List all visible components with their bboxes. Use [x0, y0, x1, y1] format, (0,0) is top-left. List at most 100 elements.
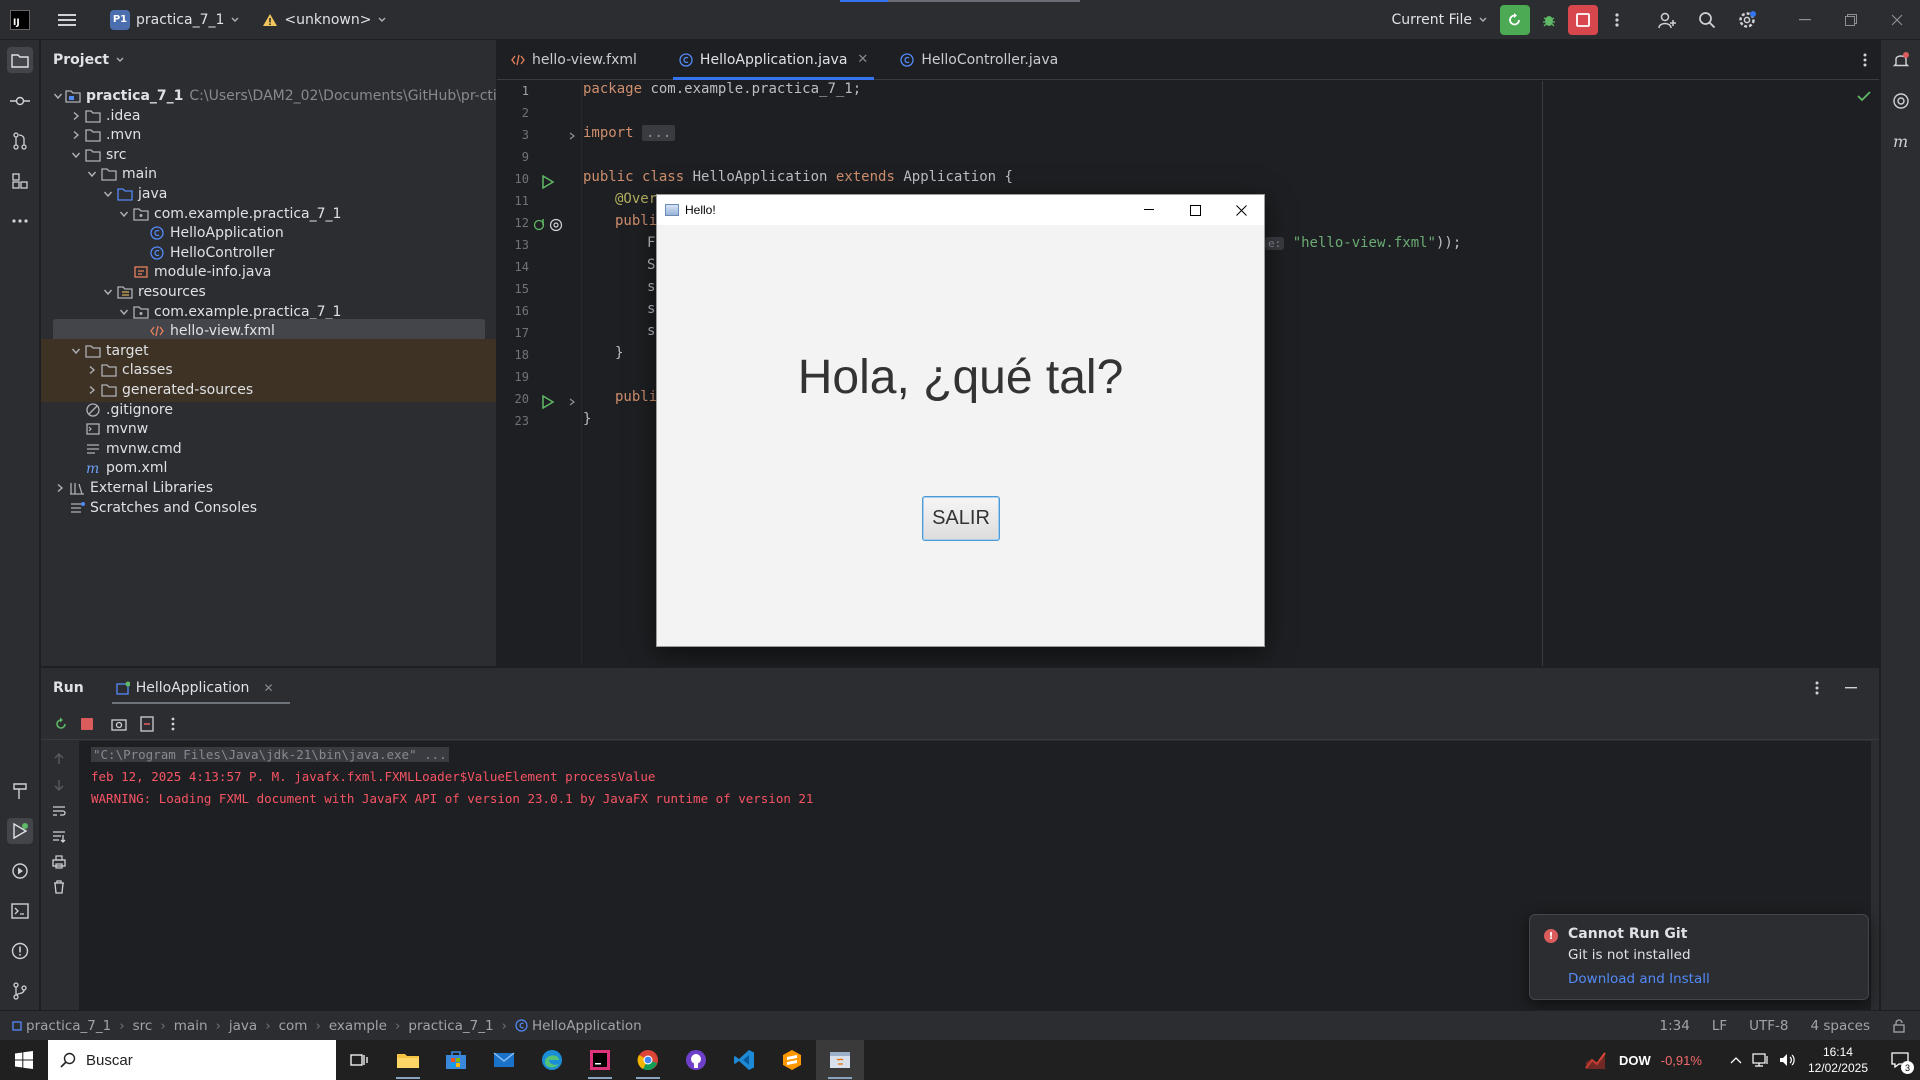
rerun-button[interactable] — [50, 709, 72, 739]
chevron-down-icon[interactable] — [53, 89, 63, 103]
mail-app[interactable] — [480, 1040, 528, 1080]
window-restore-button[interactable] — [1828, 5, 1874, 35]
project-panel-header[interactable]: Project — [41, 40, 496, 80]
arrow-down-icon[interactable] — [53, 779, 65, 791]
more-actions-button[interactable] — [1602, 5, 1632, 35]
breadcrumb-item[interactable]: example — [329, 1018, 387, 1034]
tab-hello-controller-java[interactable]: HelloController.java — [886, 40, 1072, 80]
checkmark-icon[interactable] — [1857, 90, 1871, 102]
run-tab-hello-application[interactable]: HelloApplication ✕ — [111, 668, 290, 708]
breadcrumb-item[interactable]: src — [133, 1018, 153, 1034]
stop-button[interactable] — [76, 709, 98, 739]
breadcrumb-item[interactable]: HelloApplication — [532, 1018, 642, 1034]
fx-minimize-button[interactable] — [1126, 195, 1172, 225]
vcs-branch-dropdown[interactable]: <unknown> — [284, 12, 371, 28]
intellij-app[interactable] — [576, 1040, 624, 1080]
project-name-dropdown[interactable]: practica_7_1 — [136, 12, 224, 28]
lock-icon[interactable] — [1892, 1019, 1906, 1033]
microsoft-store-app[interactable] — [432, 1040, 480, 1080]
fx-close-button[interactable] — [1218, 195, 1264, 225]
caret-position[interactable]: 1:34 — [1659, 1018, 1689, 1034]
search-everywhere-button[interactable] — [1692, 5, 1722, 35]
more-toolwindows-button[interactable] — [7, 208, 33, 234]
file-encoding[interactable]: UTF-8 — [1749, 1018, 1788, 1034]
fx-maximize-button[interactable] — [1172, 195, 1218, 225]
chrome-app[interactable] — [624, 1040, 672, 1080]
stock-name[interactable]: DOW — [1619, 1053, 1651, 1068]
project-badge[interactable]: P1 — [110, 9, 130, 30]
build-toolwindow-button[interactable] — [7, 778, 33, 804]
chevron-down-icon[interactable] — [85, 167, 99, 181]
close-tab-icon[interactable]: ✕ — [263, 681, 273, 695]
chevron-down-icon[interactable] — [69, 344, 83, 358]
line-separator[interactable]: LF — [1712, 1018, 1727, 1034]
terminal-toolwindow-button[interactable] — [7, 898, 33, 924]
sublime-app[interactable] — [768, 1040, 816, 1080]
override-gutter-icon[interactable] — [533, 218, 547, 232]
git-toolwindow-button[interactable] — [7, 978, 33, 1004]
breadcrumb-item[interactable]: practica_7_1 — [26, 1018, 111, 1034]
chevron-down-icon[interactable] — [69, 148, 83, 162]
chevron-up-icon[interactable] — [1730, 1056, 1742, 1064]
breadcrumb-item[interactable]: practica_7_1 — [408, 1018, 493, 1034]
edge-app[interactable] — [528, 1040, 576, 1080]
breadcrumb-item[interactable]: main — [174, 1018, 208, 1034]
system-clock[interactable]: 16:14 12/02/2025 — [1808, 1044, 1868, 1076]
fold-chevron-icon[interactable] — [567, 131, 577, 141]
settings-button[interactable] — [1732, 5, 1762, 35]
intellij-logo-icon[interactable]: IJ — [10, 9, 30, 30]
action-center-button[interactable]: 3 — [1880, 1040, 1920, 1080]
ai-assistant-button[interactable] — [1888, 88, 1914, 114]
scroll-to-end-icon[interactable] — [52, 830, 66, 844]
code-with-me-button[interactable] — [1652, 5, 1682, 35]
notifications-button[interactable] — [1888, 47, 1914, 73]
project-toolwindow-button[interactable] — [7, 47, 33, 73]
services-toolwindow-button[interactable] — [7, 858, 33, 884]
taskbar-search[interactable]: Buscar — [48, 1040, 336, 1080]
pull-requests-toolwindow-button[interactable] — [7, 128, 33, 154]
commit-toolwindow-button[interactable] — [7, 88, 33, 114]
indent-setting[interactable]: 4 spaces — [1810, 1018, 1870, 1034]
structure-toolwindow-button[interactable] — [7, 168, 33, 194]
chevron-down-icon[interactable] — [101, 285, 115, 299]
volume-icon[interactable] — [1778, 1052, 1796, 1068]
chevron-right-icon[interactable] — [69, 109, 83, 123]
breadcrumb-item[interactable]: java — [229, 1018, 257, 1034]
window-close-button[interactable] — [1874, 5, 1920, 35]
tab-hello-view-fxml[interactable]: hello-view.fxml — [497, 40, 651, 80]
tabs-more-button[interactable] — [1863, 52, 1867, 68]
stop-button[interactable] — [1568, 5, 1598, 35]
window-minimize-button[interactable] — [1782, 5, 1828, 35]
run-options-button[interactable] — [1815, 680, 1819, 696]
debug-button[interactable] — [1534, 5, 1564, 35]
chevron-down-icon[interactable] — [117, 207, 131, 221]
arrow-up-icon[interactable] — [53, 753, 65, 765]
javafx-title-bar[interactable]: Hello! — [657, 195, 1264, 225]
fold-chevron-icon[interactable] — [567, 397, 577, 407]
file-explorer-app[interactable] — [384, 1040, 432, 1080]
task-view-button[interactable] — [336, 1040, 384, 1080]
chevron-right-icon[interactable] — [53, 481, 67, 495]
maven-toolwindow-button[interactable]: m — [1888, 128, 1914, 154]
dump-threads-button[interactable] — [108, 709, 130, 739]
soft-wrap-icon[interactable] — [52, 805, 66, 817]
chevron-right-icon[interactable] — [85, 383, 99, 397]
main-menu-button[interactable] — [52, 5, 82, 35]
stock-change[interactable]: -0,91% — [1661, 1053, 1702, 1068]
problems-toolwindow-button[interactable] — [7, 938, 33, 964]
run-toolwindow-button[interactable] — [7, 818, 33, 844]
folded-imports[interactable]: ... — [642, 125, 676, 141]
annotation-gutter-icon[interactable] — [549, 218, 563, 232]
print-icon[interactable] — [52, 855, 66, 869]
run-gutter-icon[interactable] — [541, 395, 555, 409]
run-gutter-icon[interactable] — [541, 175, 555, 189]
download-install-link[interactable]: Download and Install — [1568, 971, 1710, 987]
breadcrumb-item[interactable]: com — [279, 1018, 308, 1034]
network-icon[interactable] — [1752, 1052, 1770, 1068]
github-desktop-app[interactable] — [672, 1040, 720, 1080]
tab-close-icon[interactable]: ✕ — [857, 52, 868, 67]
trash-icon[interactable] — [53, 880, 65, 894]
start-button[interactable] — [0, 1040, 48, 1080]
chevron-right-icon[interactable] — [85, 363, 99, 377]
chevron-right-icon[interactable] — [69, 128, 83, 142]
